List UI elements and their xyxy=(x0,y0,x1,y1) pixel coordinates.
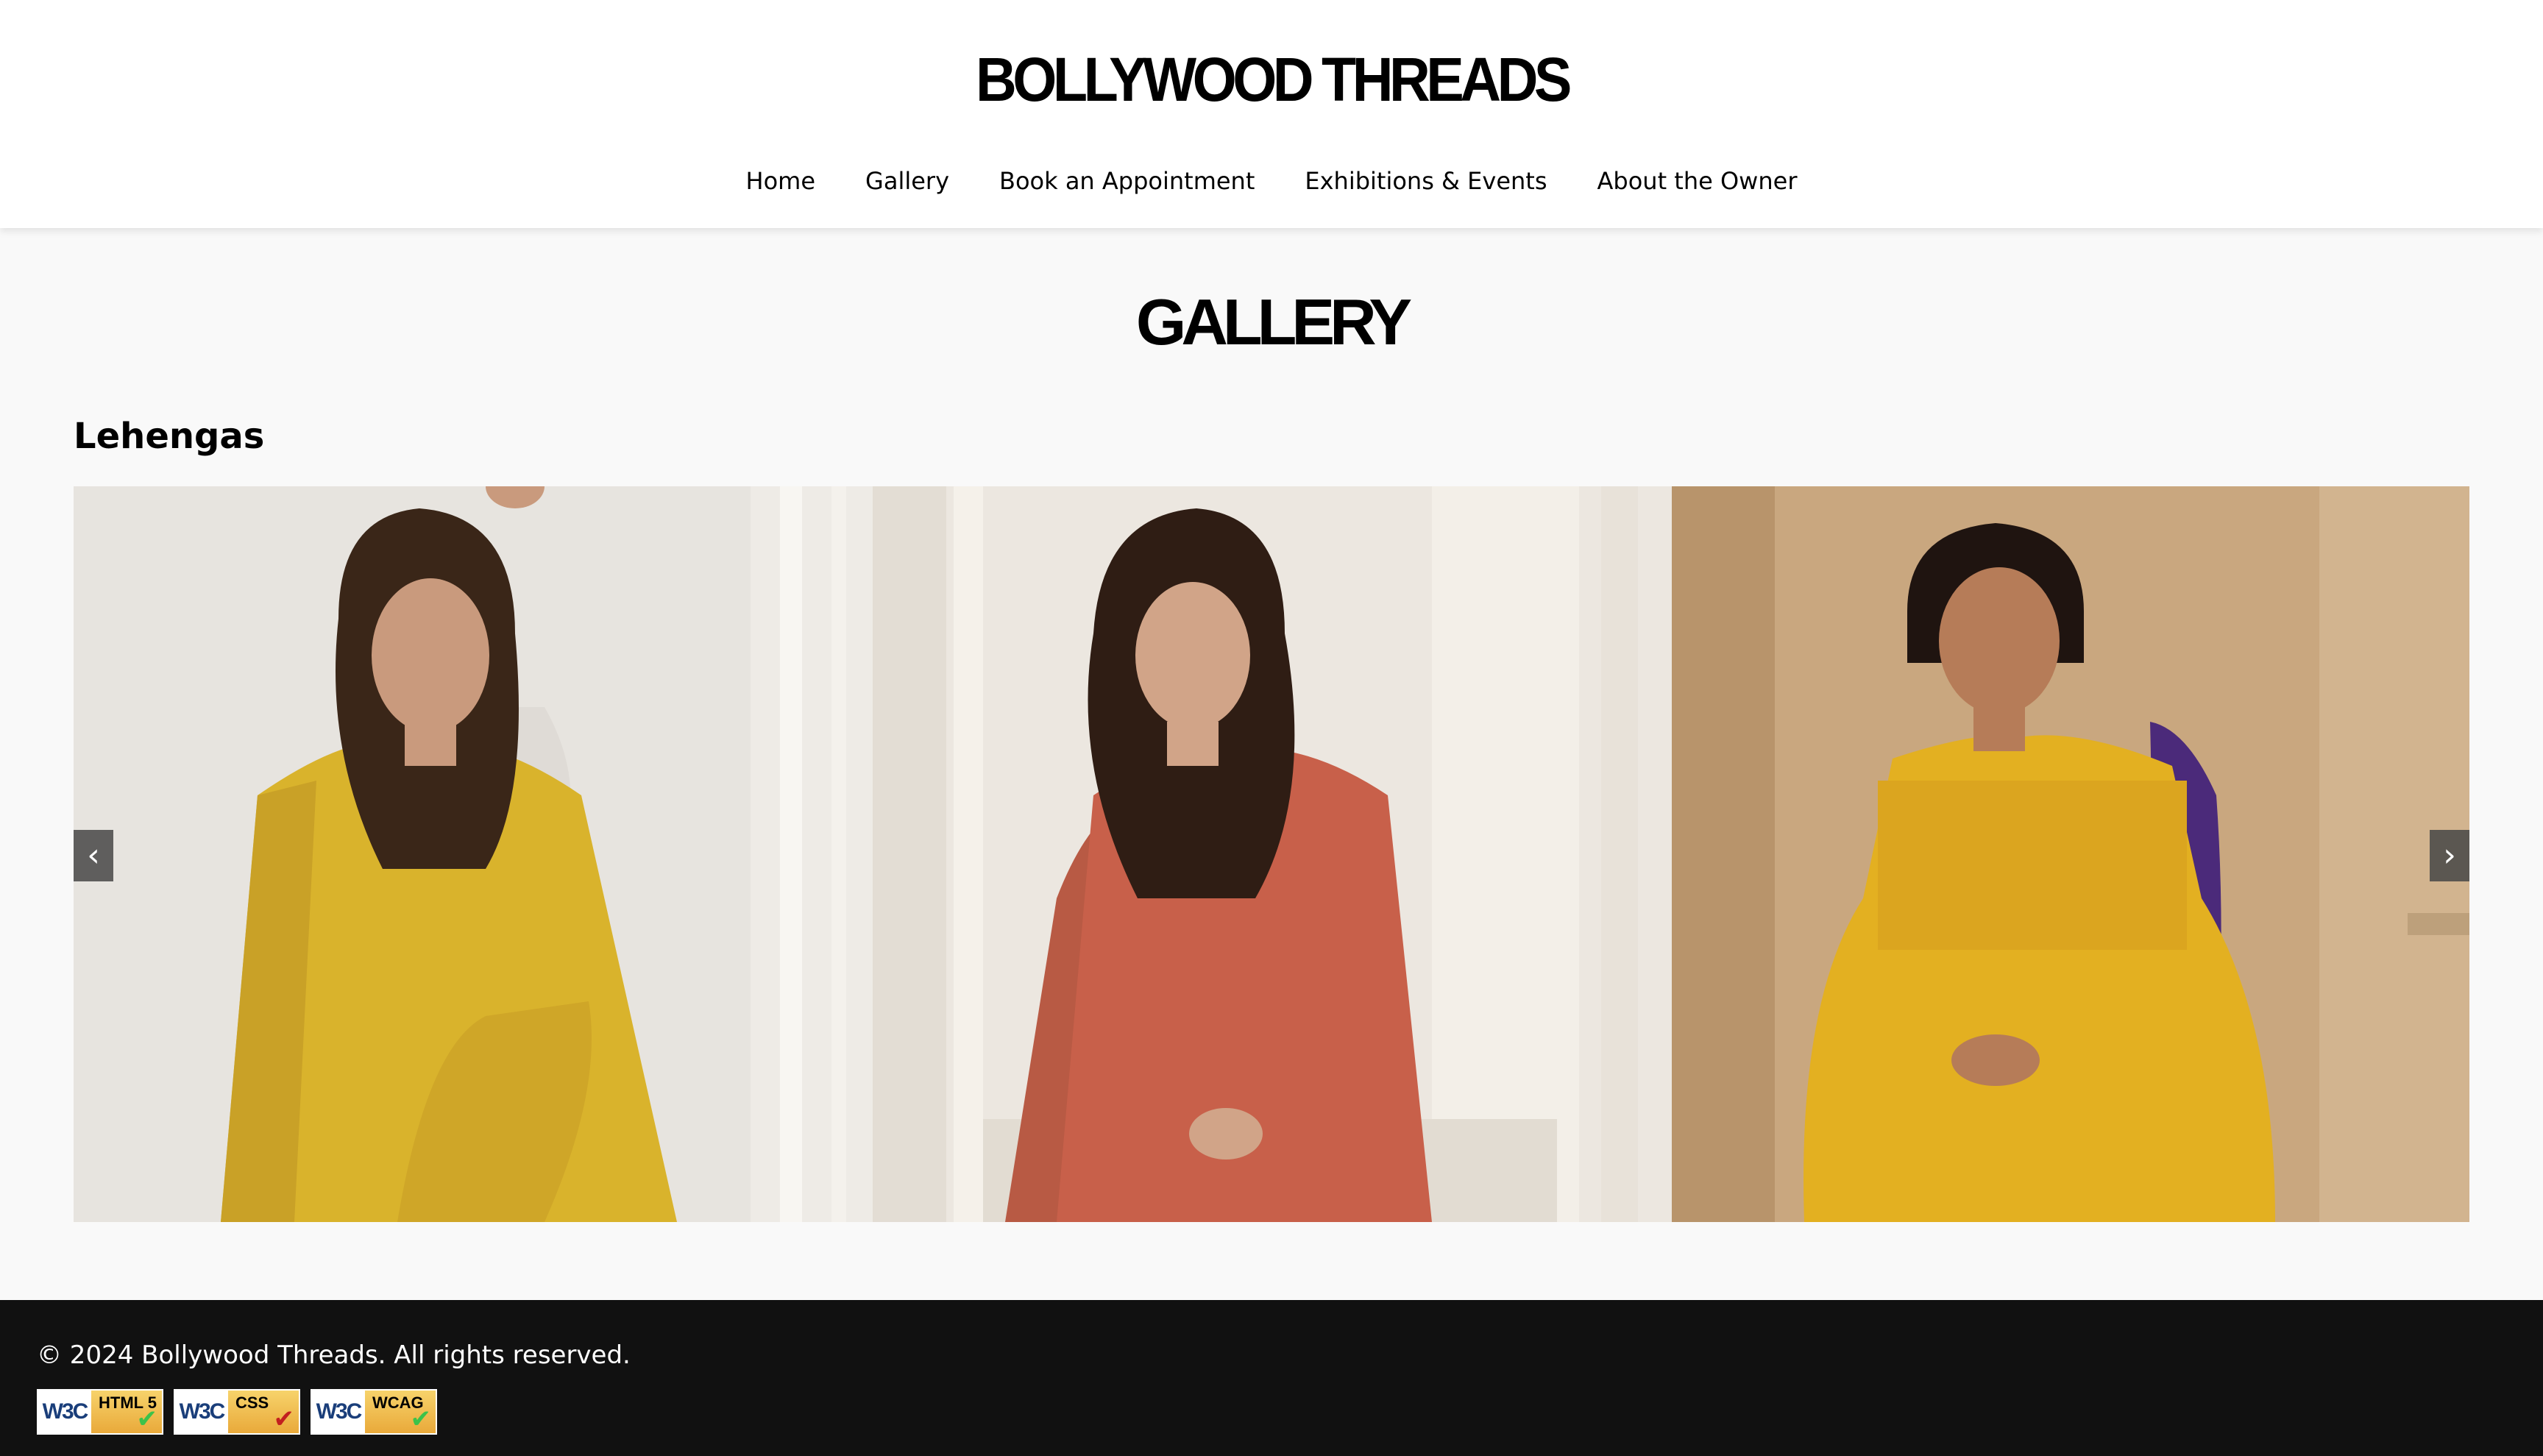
w3c-css-badge[interactable]: W3C CSS ✔ xyxy=(174,1389,300,1435)
section-heading-lehengas: Lehengas xyxy=(74,416,265,457)
checkmark-icon: ✔ xyxy=(136,1404,158,1434)
site-header: BOLLYWOOD THREADS Home Gallery Book an A… xyxy=(0,0,2543,228)
nav-exhibitions-events[interactable]: Exhibitions & Events xyxy=(1305,160,1547,202)
validation-badges: W3C HTML 5 ✔ W3C CSS ✔ W3C WCAG ✔ xyxy=(37,1389,437,1438)
carousel-next-button[interactable]: › xyxy=(2430,830,2469,881)
checkmark-icon: ✔ xyxy=(273,1404,295,1434)
copyright-text: © 2024 Bollywood Threads. All rights res… xyxy=(37,1340,631,1370)
page-title: GALLERY xyxy=(1135,285,1412,358)
nav-about-owner[interactable]: About the Owner xyxy=(1597,160,1798,202)
logo-text: BOLLYWOOD THREADS xyxy=(975,45,1572,114)
site-footer: © 2024 Bollywood Threads. All rights res… xyxy=(0,1300,2543,1456)
carousel-slide xyxy=(74,486,873,1222)
carousel-slide xyxy=(1672,486,2469,1222)
nav-book-appointment[interactable]: Book an Appointment xyxy=(999,160,1255,202)
w3c-wcag-badge[interactable]: W3C WCAG ✔ xyxy=(311,1389,437,1435)
badge-brand: W3C xyxy=(175,1391,228,1433)
badge-brand: W3C xyxy=(38,1391,91,1433)
main-nav: Home Gallery Book an Appointment Exhibit… xyxy=(0,160,2543,202)
checkmark-icon: ✔ xyxy=(410,1404,432,1434)
carousel-prev-button[interactable]: ‹ xyxy=(74,830,113,881)
nav-home[interactable]: Home xyxy=(746,160,816,202)
lehenga-carousel[interactable]: ‹ › xyxy=(74,486,2469,1222)
model-photo-mustard xyxy=(1672,486,2469,1222)
carousel-slide xyxy=(873,486,1672,1222)
model-photo-coral xyxy=(873,486,1672,1222)
nav-gallery[interactable]: Gallery xyxy=(865,160,949,202)
w3c-html5-badge[interactable]: W3C HTML 5 ✔ xyxy=(37,1389,163,1435)
site-logo[interactable]: BOLLYWOOD THREADS xyxy=(0,43,2543,116)
model-photo-yellow xyxy=(74,486,873,1222)
badge-brand: W3C xyxy=(312,1391,365,1433)
